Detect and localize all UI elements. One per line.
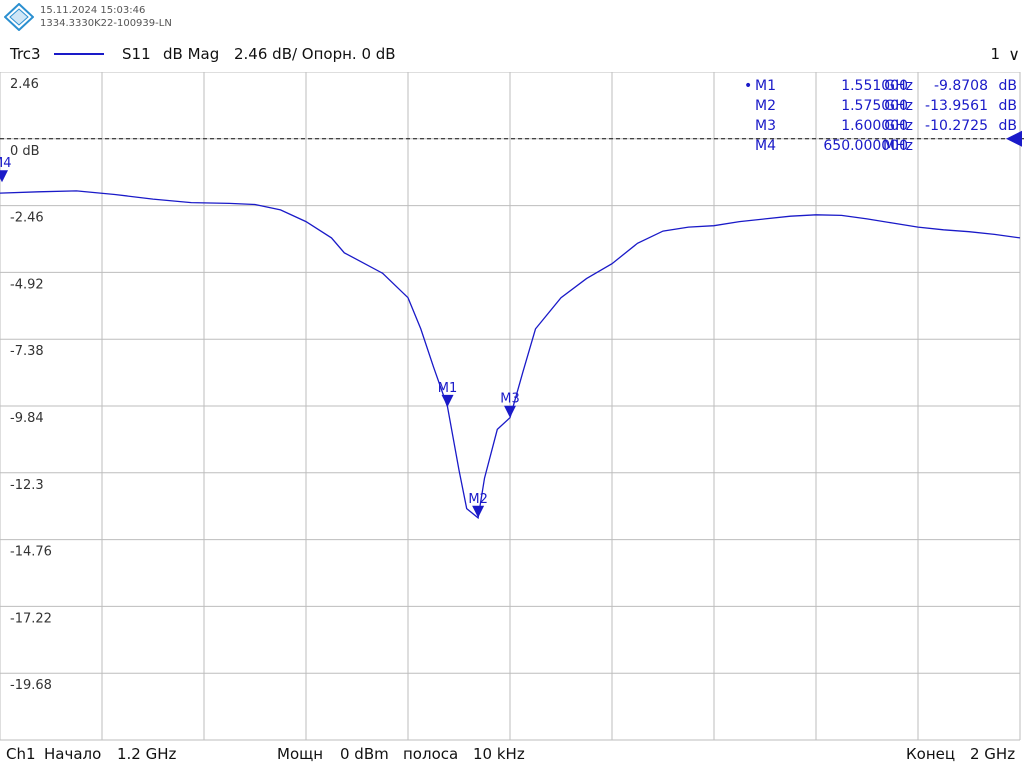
- y-tick-label: -7.38: [10, 344, 44, 359]
- y-tick-label: -17.22: [10, 611, 52, 626]
- y-tick-label: -4.92: [10, 277, 44, 292]
- y-axis-labels: 2.46 0 dB -2.46 -4.92 -7.38 -9.84 -12.3 -14.76 -…: [10, 77, 52, 693]
- marker-row[interactable]: M3 1.600000 GHz -10.2725 dB: [755, 118, 1017, 134]
- start-frequency[interactable]: 1.2 GHz: [117, 745, 176, 763]
- marker-value-unit: dB: [999, 98, 1018, 114]
- power-label: Мощн: [277, 745, 324, 763]
- marker-triangle-icon: [441, 394, 454, 407]
- marker-triangle-icon: [0, 170, 8, 183]
- marker-m1[interactable]: M1: [438, 381, 458, 407]
- start-label: Начало: [44, 745, 102, 763]
- marker-frequency-unit: GHz: [884, 78, 913, 94]
- bandwidth-value[interactable]: 10 kHz: [473, 745, 525, 763]
- y-tick-label: -9.84: [10, 411, 44, 426]
- marker-m4[interactable]: M4: [0, 156, 12, 183]
- marker-name: M3: [755, 118, 776, 134]
- marker-triangle-icon: [472, 505, 485, 518]
- trace-parameter[interactable]: S11: [122, 45, 151, 63]
- chevron-down-icon[interactable]: ∨: [1008, 45, 1020, 64]
- marker-name: M1: [755, 78, 776, 94]
- trace-color-sample: [54, 53, 104, 55]
- trace-diagram: 2.46 0 dB -2.46 -4.92 -7.38 -9.84 -12.3 -14.76 -…: [0, 72, 1024, 741]
- timestamp: 15.11.2024 15:03:46: [40, 5, 146, 16]
- marker-name: M4: [755, 138, 776, 154]
- channel-label[interactable]: Ch1: [6, 745, 36, 763]
- marker-table: • M1 1.551000 GHz -9.8708 dB M2 1.575000…: [744, 78, 1017, 154]
- trace-header: Trc3 S11 dB Mag 2.46 dB/ Опорн. 0 dB 1 ∨: [0, 42, 1024, 66]
- marker-label: M2: [468, 492, 488, 507]
- marker-triangle-icon: [504, 405, 516, 418]
- y-tick-label: 2.46: [10, 77, 39, 92]
- stop-frequency[interactable]: 2 GHz: [970, 745, 1015, 763]
- marker-row[interactable]: • M1 1.551000 GHz -9.8708 dB: [744, 78, 1017, 94]
- marker-value: -9.8708: [934, 78, 988, 94]
- marker-value: -10.2725: [925, 118, 988, 134]
- channel-number[interactable]: 1: [990, 45, 1000, 63]
- stop-label: Конец: [906, 745, 956, 763]
- bandwidth-label: полоса: [403, 745, 459, 763]
- marker-m3[interactable]: M3: [500, 392, 520, 418]
- trace-markers: M1 M2 M3 M4: [0, 156, 520, 518]
- power-value[interactable]: 0 dBm: [340, 745, 389, 763]
- marker-row[interactable]: M4 650.000000 MHz: [755, 138, 913, 154]
- marker-m2[interactable]: M2: [468, 492, 488, 518]
- y-tick-label: -14.76: [10, 545, 52, 560]
- y-tick-label: 0 dB: [10, 144, 40, 159]
- trace-format[interactable]: dB Mag: [163, 45, 219, 63]
- marker-frequency-unit: GHz: [884, 118, 913, 134]
- marker-label: M3: [500, 392, 520, 407]
- marker-name: M2: [755, 98, 776, 114]
- device-id: 1334.3330K22-100939-LN: [40, 18, 172, 29]
- marker-value-unit: dB: [999, 78, 1018, 94]
- active-marker-dot: •: [744, 78, 752, 94]
- top-bar: 15.11.2024 15:03:46 1334.3330K22-100939-…: [0, 0, 1024, 34]
- marker-value: -13.9561: [925, 98, 988, 114]
- channel-footer: Ch1 Начало 1.2 GHz Мощн 0 dBm полоса 10 …: [0, 742, 1024, 768]
- marker-frequency-unit: GHz: [884, 98, 913, 114]
- marker-value-unit: dB: [999, 118, 1018, 134]
- trace-scale[interactable]: 2.46 dB/ Опорн. 0 dB: [234, 45, 396, 63]
- y-tick-label: -19.68: [10, 678, 52, 693]
- marker-label: M1: [438, 381, 458, 396]
- y-tick-label: -12.3: [10, 478, 44, 493]
- marker-label: M4: [0, 156, 12, 171]
- marker-frequency-unit: MHz: [883, 138, 913, 154]
- trace-name[interactable]: Trc3: [10, 45, 41, 63]
- marker-row[interactable]: M2 1.575000 GHz -13.9561 dB: [755, 98, 1017, 114]
- rohde-schwarz-logo-icon: [4, 3, 34, 31]
- y-tick-label: -2.46: [10, 211, 44, 226]
